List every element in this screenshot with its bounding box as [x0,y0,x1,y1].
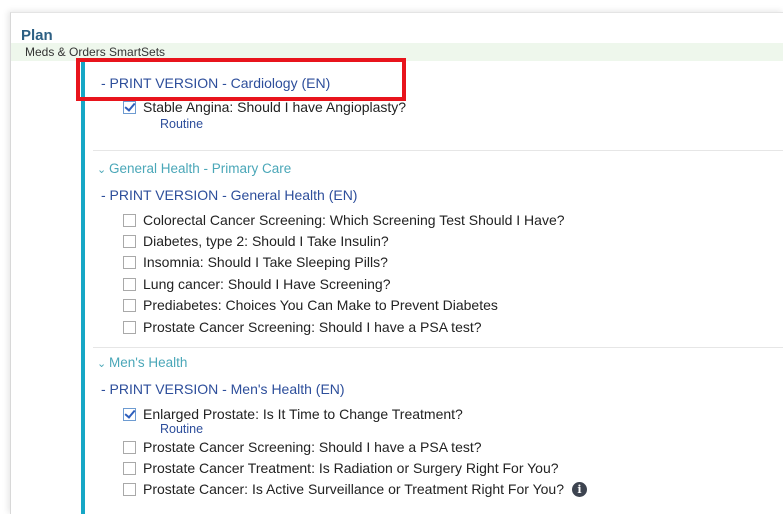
order-item[interactable]: Prediabetes: Choices You Can Make to Pre… [123,297,498,313]
meds-orders-label[interactable]: Meds & Orders SmartSets [25,45,165,59]
section-divider [93,347,783,348]
order-checkbox[interactable] [123,255,136,269]
order-checkbox[interactable] [123,407,136,421]
order-item-label: Diabetes, type 2: Should I Take Insulin? [143,233,389,249]
order-item[interactable]: Lung cancer: Should I Have Screening? [123,276,391,292]
smartset-list: - PRINT VERSION - Cardiology (EN) Stable… [85,61,783,514]
order-item[interactable]: Colorectal Cancer Screening: Which Scree… [123,212,565,228]
order-item[interactable]: Prostate Cancer: Is Active Surveillance … [123,481,587,497]
order-checkbox[interactable] [123,461,136,475]
group-header-mens-health[interactable]: ⌄ Men's Health [97,355,187,370]
order-checkbox[interactable] [123,482,136,496]
order-item-label: Stable Angina: Should I have Angioplasty… [143,99,407,115]
order-item-label: Prostate Cancer Treatment: Is Radiation … [143,460,559,476]
order-item-label: Prediabetes: Choices You Can Make to Pre… [143,297,498,313]
order-item-stable-angina[interactable]: Stable Angina: Should I have Angioplasty… [123,99,406,115]
order-item[interactable]: Prostate Cancer Treatment: Is Radiation … [123,460,559,476]
order-item-label: Colorectal Cancer Screening: Which Scree… [143,212,565,228]
order-frequency[interactable]: Routine [160,117,203,131]
chevron-down-icon[interactable]: ⌄ [97,357,109,370]
order-item-label: Enlarged Prostate: Is It Time to Change … [143,406,463,422]
print-version-general-health[interactable]: - PRINT VERSION - General Health (EN) [101,187,357,203]
order-item[interactable]: Insomnia: Should I Take Sleeping Pills? [123,254,388,270]
highlight-annotation-box [76,58,406,101]
info-icon[interactable]: i [571,481,587,497]
order-checkbox[interactable] [123,277,136,291]
order-item-label: Insomnia: Should I Take Sleeping Pills? [143,254,388,270]
order-checkbox[interactable] [123,213,136,227]
order-item[interactable]: Prostate Cancer Screening: Should I have… [123,439,482,455]
order-item-label: Prostate Cancer Screening: Should I have… [143,319,482,335]
order-item[interactable]: Diabetes, type 2: Should I Take Insulin? [123,233,389,249]
order-checkbox[interactable] [123,234,136,248]
order-item[interactable]: Prostate Cancer Screening: Should I have… [123,319,482,335]
order-item-label: Prostate Cancer: Is Active Surveillance … [143,481,564,497]
order-checkbox[interactable] [123,440,136,454]
order-frequency[interactable]: Routine [160,422,203,436]
order-item-enlarged-prostate[interactable]: Enlarged Prostate: Is It Time to Change … [123,406,463,422]
order-checkbox[interactable] [123,320,136,334]
section-divider [93,150,783,151]
group-title: Men's Health [109,355,188,370]
group-title: General Health - Primary Care [109,161,292,176]
order-checkbox[interactable] [123,100,136,114]
group-header-general-health[interactable]: ⌄ General Health - Primary Care [97,161,291,176]
chevron-down-icon[interactable]: ⌄ [97,163,109,176]
print-version-mens-health[interactable]: - PRINT VERSION - Men's Health (EN) [101,381,345,397]
order-item-label: Lung cancer: Should I Have Screening? [143,276,391,292]
order-checkbox[interactable] [123,298,136,312]
plan-title: Plan [21,27,53,44]
order-item-label: Prostate Cancer Screening: Should I have… [143,439,482,455]
